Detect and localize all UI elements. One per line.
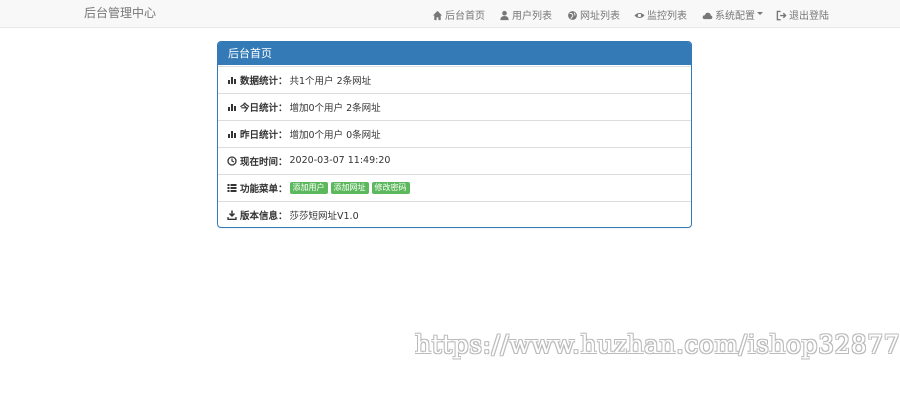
row-label: 数据统计：: [240, 75, 288, 87]
list-icon: [227, 183, 237, 192]
nav-url-list[interactable]: 网址列表: [567, 0, 620, 28]
clock-icon: [227, 155, 237, 166]
change-password-button[interactable]: 修改密码: [371, 181, 410, 194]
bar-chart-icon: [228, 130, 236, 138]
eye-icon: [634, 12, 645, 18]
stats-total-row: 数据统计： 共1个用户 2条网址: [218, 66, 691, 92]
home-icon: [432, 10, 443, 20]
row-value: 增加0个用户 0条网址: [289, 129, 381, 141]
panel-title: 后台首页: [218, 42, 691, 65]
row-label: 今日统计：: [240, 102, 288, 114]
function-menu-row: 功能菜单： 添加用户 添加网址 修改密码: [218, 174, 691, 200]
nav-url-list-label: 网址列表: [580, 10, 620, 22]
watermark-text: https://www.huzhan.com/ishop32877: [415, 330, 900, 359]
download-icon: [227, 210, 237, 220]
row-label: 昨日统计：: [240, 129, 288, 141]
nav-home[interactable]: 后台首页: [432, 0, 485, 28]
user-icon: [500, 10, 509, 20]
dashboard-panel: 后台首页 数据统计： 共1个用户 2条网址 今日统计： 增加0个用户 2条网址 …: [217, 41, 692, 228]
nav-logout[interactable]: 退出登陆: [776, 0, 829, 28]
chevron-down-icon: [757, 11, 763, 15]
nav-system-config[interactable]: 系统配置: [702, 0, 763, 28]
nav-home-label: 后台首页: [445, 10, 485, 22]
nav-monitor-list-label: 监控列表: [647, 10, 687, 22]
cloud-icon: [702, 12, 713, 19]
brand-title[interactable]: 后台管理中心: [84, 5, 156, 21]
row-value: 2020-03-07 11:49:20: [289, 155, 391, 166]
row-value: 共1个用户 2条网址: [289, 75, 372, 87]
row-value: 增加0个用户 2条网址: [289, 102, 381, 114]
stats-yesterday-row: 昨日统计： 增加0个用户 0条网址: [218, 120, 691, 146]
version-info-row: 版本信息： 莎莎短网址V1.0: [218, 201, 691, 227]
globe-icon: [568, 10, 577, 20]
row-label: 现在时间：: [240, 156, 288, 168]
nav-user-list[interactable]: 用户列表: [499, 0, 552, 28]
nav-user-list-label: 用户列表: [512, 10, 552, 22]
bar-chart-icon: [228, 103, 236, 111]
nav-system-config-label: 系统配置: [715, 10, 755, 22]
stats-today-row: 今日统计： 增加0个用户 2条网址: [218, 93, 691, 119]
row-value: 莎莎短网址V1.0: [289, 211, 359, 222]
current-time-row: 现在时间： 2020-03-07 11:49:20: [218, 147, 691, 173]
row-label: 功能菜单：: [240, 183, 288, 195]
add-user-button[interactable]: 添加用户: [289, 181, 328, 194]
logout-icon: [776, 10, 787, 20]
row-label: 版本信息：: [240, 211, 288, 222]
add-url-button[interactable]: 添加网址: [330, 181, 369, 194]
bar-chart-icon: [228, 76, 236, 84]
nav-monitor-list[interactable]: 监控列表: [634, 0, 687, 28]
nav-logout-label: 退出登陆: [789, 10, 829, 22]
top-navbar: 后台管理中心 后台首页 用户列表 网址列表 监控列表 系统配置 退出登陆: [0, 0, 900, 28]
